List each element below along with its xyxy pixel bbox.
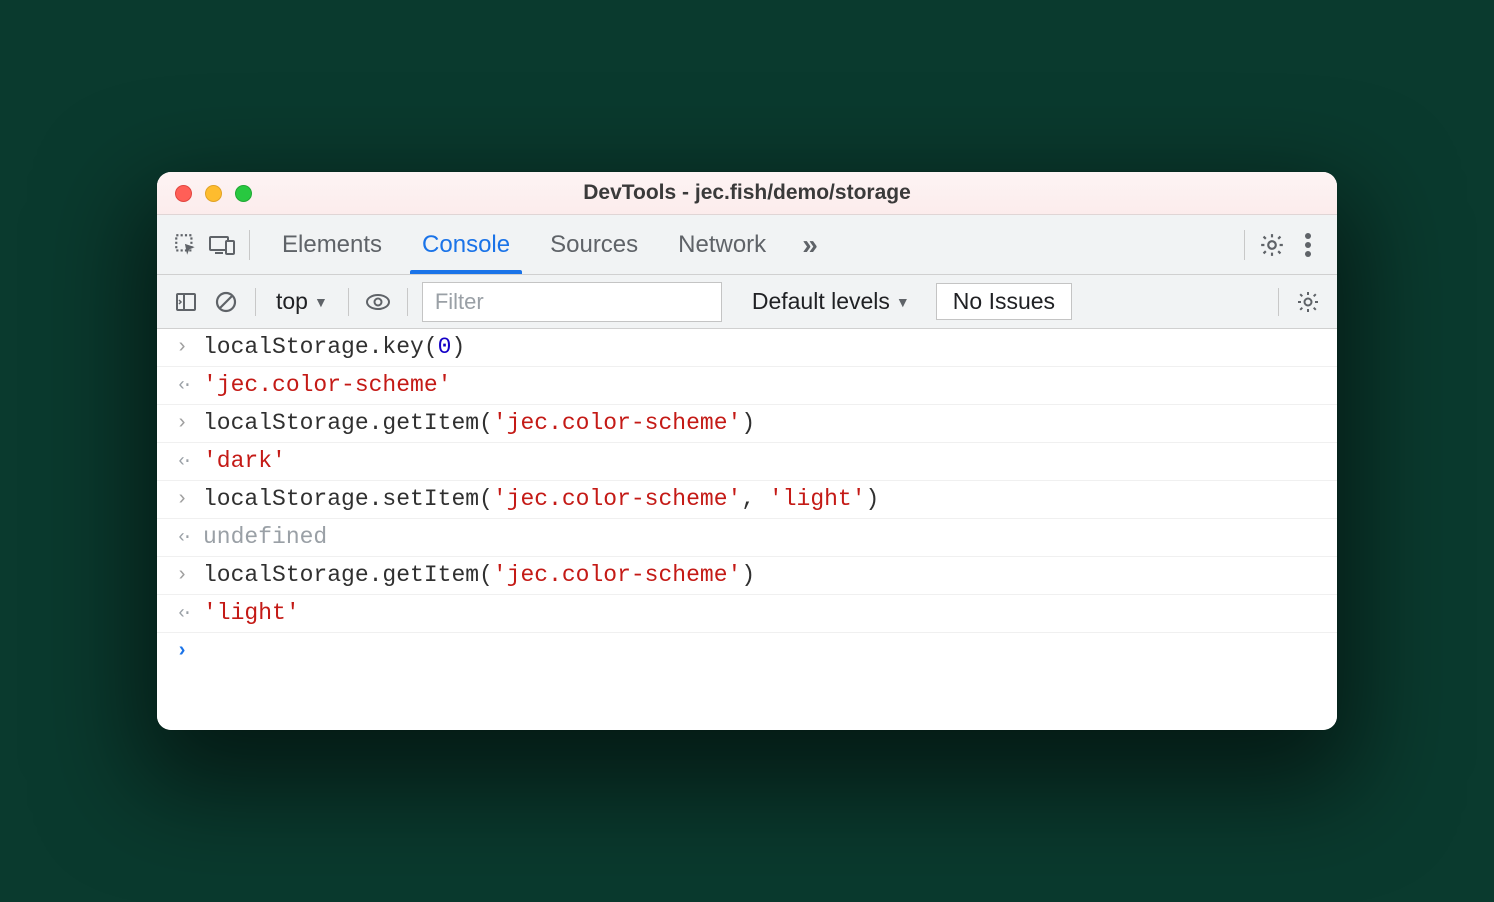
input-chevron-icon: › bbox=[171, 336, 193, 359]
chevron-down-icon: ▼ bbox=[896, 294, 910, 310]
console-text: 'jec.color-scheme' bbox=[203, 374, 451, 397]
titlebar: DevTools - jec.fish/demo/storage bbox=[157, 172, 1337, 215]
console-input-row: › localStorage.key(0) bbox=[157, 329, 1337, 367]
toggle-sidebar-icon[interactable] bbox=[171, 287, 201, 317]
window-title: DevTools - jec.fish/demo/storage bbox=[157, 181, 1337, 205]
console-text: 'light' bbox=[203, 602, 300, 625]
divider bbox=[255, 288, 256, 316]
divider bbox=[249, 230, 250, 260]
minimize-window-button[interactable] bbox=[205, 185, 222, 202]
kebab-menu-icon[interactable] bbox=[1293, 230, 1323, 260]
levels-label: Default levels bbox=[752, 288, 890, 315]
console-input-row: › localStorage.getItem('jec.color-scheme'… bbox=[157, 405, 1337, 443]
console-prompt-row[interactable]: › bbox=[157, 633, 1337, 670]
tab-elements[interactable]: Elements bbox=[262, 217, 402, 273]
tab-network[interactable]: Network bbox=[658, 217, 786, 273]
window-controls bbox=[175, 185, 252, 202]
input-chevron-icon: › bbox=[171, 564, 193, 587]
console-text: localStorage.getItem('jec.color-scheme') bbox=[203, 564, 755, 587]
context-label: top bbox=[276, 288, 308, 315]
close-window-button[interactable] bbox=[175, 185, 192, 202]
main-tabs: ElementsConsoleSourcesNetwork » bbox=[157, 215, 1337, 275]
divider bbox=[348, 288, 349, 316]
console-text: undefined bbox=[203, 526, 327, 549]
console-text: localStorage.setItem('jec.color-scheme',… bbox=[203, 488, 879, 511]
devtools-window: DevTools - jec.fish/demo/storage Element… bbox=[157, 172, 1337, 730]
tab-sources[interactable]: Sources bbox=[530, 217, 658, 273]
console-output-row: 'dark' bbox=[157, 443, 1337, 481]
output-return-icon bbox=[171, 374, 193, 397]
console-text: localStorage.getItem('jec.color-scheme') bbox=[203, 412, 755, 435]
tab-console[interactable]: Console bbox=[402, 217, 530, 273]
divider bbox=[1244, 230, 1245, 260]
output-return-icon bbox=[171, 526, 193, 549]
live-expression-icon[interactable] bbox=[363, 287, 393, 317]
input-chevron-icon: › bbox=[171, 488, 193, 511]
inspect-icon[interactable] bbox=[171, 230, 201, 260]
console-input-row: › localStorage.getItem('jec.color-scheme'… bbox=[157, 557, 1337, 595]
console-input-row: › localStorage.setItem('jec.color-scheme'… bbox=[157, 481, 1337, 519]
chevron-down-icon: ▼ bbox=[314, 294, 328, 310]
clear-console-icon[interactable] bbox=[211, 287, 241, 317]
console-input[interactable] bbox=[203, 640, 217, 663]
device-toolbar-icon[interactable] bbox=[207, 230, 237, 260]
console-output-row: undefined bbox=[157, 519, 1337, 557]
issues-button[interactable]: No Issues bbox=[936, 283, 1072, 320]
more-tabs-button[interactable]: » bbox=[792, 229, 828, 261]
divider bbox=[1278, 288, 1279, 316]
console-text: localStorage.key(0) bbox=[203, 336, 465, 359]
divider bbox=[407, 288, 408, 316]
input-chevron-icon: › bbox=[171, 412, 193, 435]
output-return-icon bbox=[171, 602, 193, 625]
execution-context-select[interactable]: top ▼ bbox=[270, 288, 334, 315]
maximize-window-button[interactable] bbox=[235, 185, 252, 202]
console-output-row: 'jec.color-scheme' bbox=[157, 367, 1337, 405]
output-return-icon bbox=[171, 450, 193, 473]
console-settings-icon[interactable] bbox=[1293, 287, 1323, 317]
console-text: 'dark' bbox=[203, 450, 286, 473]
console-toolbar: top ▼ Default levels ▼ No Issues bbox=[157, 275, 1337, 329]
log-levels-select[interactable]: Default levels ▼ bbox=[752, 288, 910, 315]
console-output: › localStorage.key(0) 'jec.color-scheme' › l… bbox=[157, 329, 1337, 670]
filter-input[interactable] bbox=[422, 282, 722, 322]
prompt-chevron-icon: › bbox=[171, 640, 193, 663]
console-output-row: 'light' bbox=[157, 595, 1337, 633]
settings-icon[interactable] bbox=[1257, 230, 1287, 260]
